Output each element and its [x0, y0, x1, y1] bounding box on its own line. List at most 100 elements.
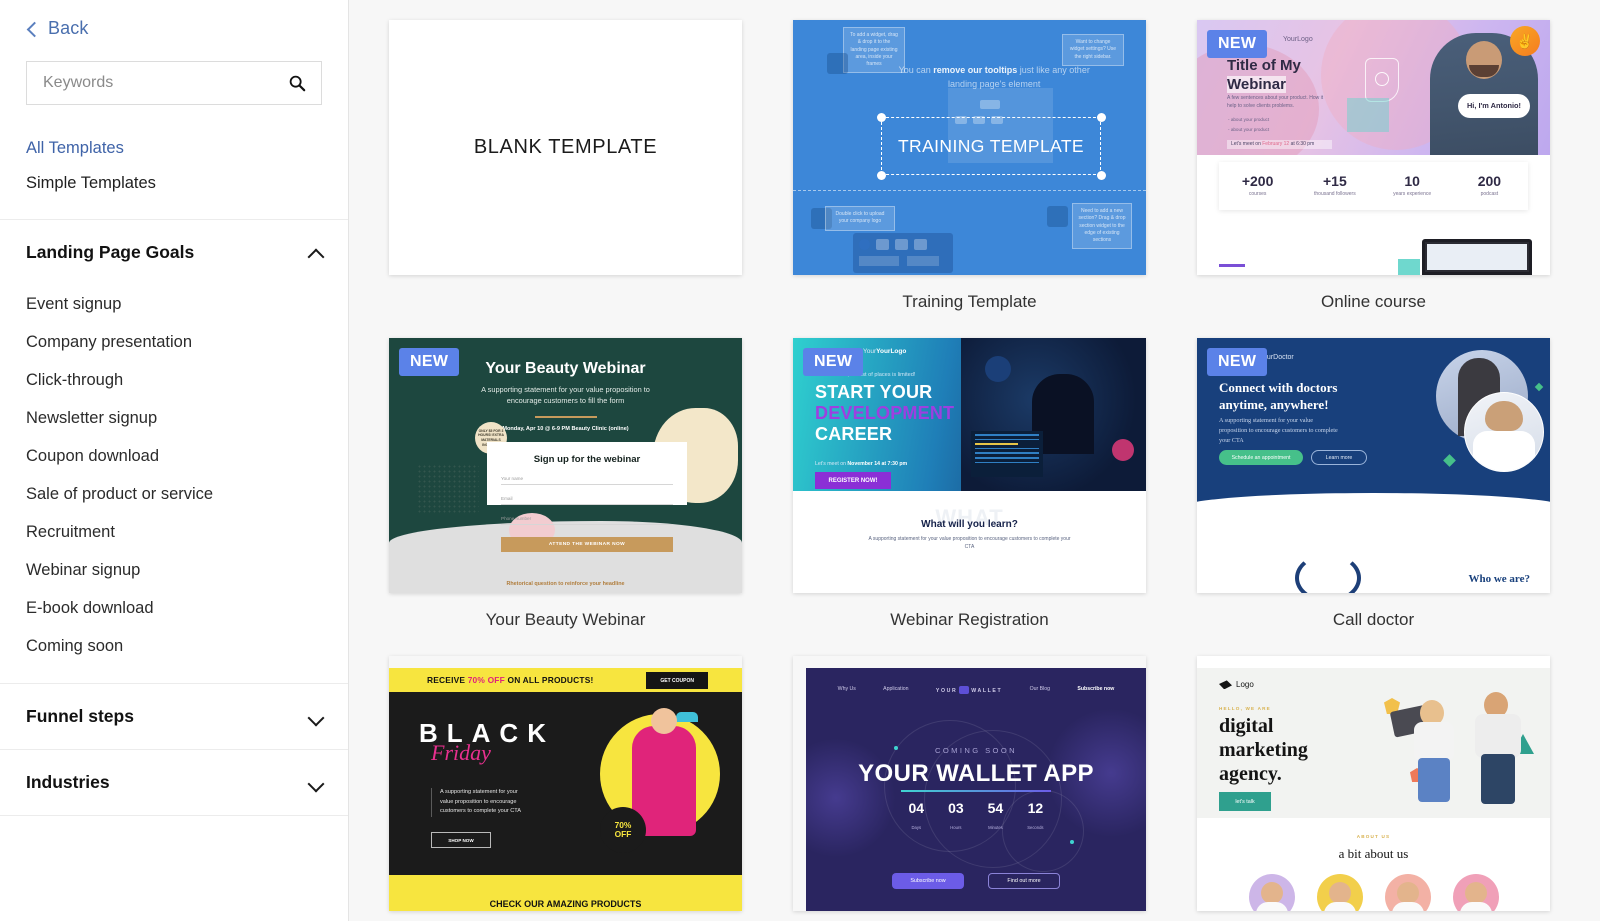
filter-group-header-funnel-steps[interactable]: Funnel steps: [0, 684, 348, 749]
preview-field-name: Your name: [501, 476, 673, 485]
widget-toolbar[interactable]: [853, 233, 953, 273]
sidebar-item-company-presentation[interactable]: Company presentation: [26, 323, 348, 361]
tooltip-bottom-right: Need to add a new section? Drag & drop s…: [1072, 203, 1132, 250]
sidebar-item-recruitment[interactable]: Recruitment: [26, 513, 348, 551]
back-label: Back: [48, 18, 89, 38]
preview-team-avatars: [1197, 874, 1550, 911]
preview-discount-badge: 70% OFF: [600, 807, 646, 853]
template-thumbnail-webinar-registration[interactable]: NEW YourYourLogo Free webinar, the list …: [793, 338, 1146, 593]
filter-group-header-landing-page-goals[interactable]: Landing Page Goals: [0, 220, 348, 285]
template-card-online-course: NEW YourLogo Title of My Webinar A few se…: [1197, 20, 1550, 338]
preview-section-title: What will you learn?: [921, 519, 1018, 530]
sidebar-item-newsletter-signup[interactable]: Newsletter signup: [26, 399, 348, 437]
toolbar-buttons: [859, 239, 927, 250]
preview-bottom-bar: CHECK OUR AMAZING PRODUCTS: [489, 899, 642, 909]
template-card-webinar-registration: NEW YourYourLogo Free webinar, the list …: [793, 338, 1146, 656]
online-course-preview: YourLogo Title of My Webinar A few senten…: [1197, 20, 1550, 275]
filter-group-title: Industries: [26, 772, 110, 792]
font-size-select: [907, 256, 939, 266]
chevron-left-icon: [26, 23, 38, 35]
filter-group-title: Landing Page Goals: [26, 242, 195, 262]
lightbulb-icon: [1365, 58, 1399, 102]
new-badge: NEW: [1207, 30, 1268, 58]
template-scope-links: All Templates Simple Templates: [0, 105, 348, 220]
preview-monitor: [1422, 239, 1532, 275]
template-thumbnail-wallet-app[interactable]: Why Us Application YOUR WALLET Our Blog S…: [793, 656, 1146, 911]
template-caption-online-course: Online course: [1321, 292, 1426, 311]
template-thumbnail-blank[interactable]: BLANK TEMPLATE: [389, 20, 742, 275]
hand-peace-icon: ✌: [1510, 26, 1540, 56]
template-card-black-friday: RECEIVE 70% OFF ON ALL PRODUCTS! GET COU…: [389, 656, 742, 921]
preview-cta-primary: Subscribe now: [892, 873, 964, 889]
sidebar-item-all-templates[interactable]: All Templates: [26, 131, 348, 166]
preview-cta: REGISTER NOW!: [815, 472, 891, 489]
sidebar-item-coming-soon[interactable]: Coming soon: [26, 627, 348, 665]
resize-handle-top-right[interactable]: [1097, 113, 1106, 122]
preview-countdown: 04 Days 03 Hours 54 Minutes 12 Seconds: [908, 800, 1044, 830]
preview-meta: Monday, Apr 10 @ 6-9 PM Beauty Clinic (o…: [502, 426, 629, 432]
resize-handle-bottom-left[interactable]: [877, 171, 886, 180]
preview-stats: +200 courses +15 thousand followers 10 year…: [1219, 161, 1528, 210]
chevron-down-icon[interactable]: [309, 778, 324, 787]
template-thumbnail-call-doctor[interactable]: NEW YourDoctor Connect with doctors anyti…: [1197, 338, 1550, 593]
chevron-down-icon[interactable]: [309, 712, 324, 721]
sidebar-item-sale-of-product-or-service[interactable]: Sale of product or service: [26, 475, 348, 513]
template-thumbnail-online-course[interactable]: NEW YourLogo Title of My Webinar A few se…: [1197, 20, 1550, 275]
tooltip-top-right: Want to change widget settings? Use the …: [1062, 34, 1124, 66]
filters-sidebar: Back All Templates Simple Templates Land…: [0, 0, 349, 921]
sidebar-item-simple-templates[interactable]: Simple Templates: [26, 166, 348, 201]
preview-cta-secondary: Learn more: [1311, 450, 1367, 465]
preview-section-paragraph: A supporting statement for your value pr…: [868, 536, 1071, 550]
template-caption-wallet-app: [793, 911, 1146, 921]
search-box[interactable]: [26, 61, 322, 105]
resize-handle-top-left[interactable]: [877, 113, 886, 122]
preview-paragraph: A supporting statement for your value pr…: [431, 788, 531, 817]
search-input[interactable]: [27, 62, 321, 104]
preview-about-title: a bit about us: [1338, 846, 1409, 861]
preview-kicker: HELLO, WE ARE: [1219, 706, 1271, 711]
sidebar-item-event-signup[interactable]: Event signup: [26, 285, 348, 323]
sidebar-item-click-through[interactable]: Click-through: [26, 361, 348, 399]
preview-section-title: Who we are?: [1468, 573, 1530, 585]
search-icon[interactable]: [287, 73, 307, 93]
text-widget-icon: [827, 53, 848, 74]
template-thumbnail-black-friday[interactable]: RECEIVE 70% OFF ON ALL PRODUCTS! GET COU…: [389, 656, 742, 911]
template-thumbnail-digital-marketing[interactable]: Logo HELLO, WE ARE digital marketing age…: [1197, 656, 1550, 911]
template-card-digital-marketing: Logo HELLO, WE ARE digital marketing age…: [1197, 656, 1550, 921]
preview-kicker: COMING SOON: [934, 746, 1018, 755]
wallet-app-preview: Why Us Application YOUR WALLET Our Blog S…: [793, 656, 1146, 911]
copy-icon: [914, 239, 927, 250]
preview-meet: Let's meet on November 14 at 7:30 pm: [815, 461, 908, 467]
preview-cta: let's talk: [1219, 792, 1271, 811]
preview-logo: YourYourLogo: [863, 348, 907, 355]
new-badge: NEW: [1207, 348, 1268, 376]
template-caption-blank: [389, 275, 742, 335]
preview-promo-bar: RECEIVE 70% OFF ON ALL PRODUCTS!: [427, 675, 594, 685]
preview-cta: SHOP NOW: [431, 832, 491, 848]
back-button[interactable]: Back: [0, 0, 348, 39]
preview-nav: Why Us Application YOUR WALLET Our Blog S…: [837, 685, 1115, 694]
selected-text-widget[interactable]: TRAINING TEMPLATE: [881, 117, 1101, 175]
template-card-blank: BLANK TEMPLATE: [389, 20, 742, 338]
template-card-your-beauty-webinar: NEW Your Beauty Webinar A supporting sta…: [389, 338, 742, 656]
new-badge: NEW: [399, 348, 460, 376]
template-card-call-doctor: NEW YourDoctor Connect with doctors anyti…: [1197, 338, 1550, 656]
sidebar-item-webinar-signup[interactable]: Webinar signup: [26, 551, 348, 589]
filter-group-header-industries[interactable]: Industries: [0, 750, 348, 815]
template-caption-call-doctor: Call doctor: [1332, 610, 1415, 629]
template-thumbnail-your-beauty-webinar[interactable]: NEW Your Beauty Webinar A supporting sta…: [389, 338, 742, 593]
template-card-training-template: To add a widget, drag & drop it to the l…: [793, 20, 1146, 338]
template-thumbnail-training-template[interactable]: To add a widget, drag & drop it to the l…: [793, 20, 1146, 275]
preview-cta-secondary: Find out more: [988, 873, 1060, 889]
preview-field-email: Email: [501, 496, 673, 505]
preview-title-script: Friday: [431, 740, 491, 765]
preview-about-kicker: ABOUT US: [1356, 834, 1391, 839]
resize-handle-bottom-right[interactable]: [1097, 171, 1106, 180]
chevron-up-icon[interactable]: [309, 248, 324, 257]
preview-subtitle: A supporting statement for your value pr…: [481, 385, 650, 406]
preview-coupon-button: GET COUPON: [646, 672, 708, 689]
sidebar-item-coupon-download[interactable]: Coupon download: [26, 437, 348, 475]
sidebar-item-ebook-download[interactable]: E-book download: [26, 589, 348, 627]
preview-paragraph: A supporting statement for your value pr…: [1219, 417, 1338, 444]
bird-logo-icon: [1219, 680, 1232, 690]
